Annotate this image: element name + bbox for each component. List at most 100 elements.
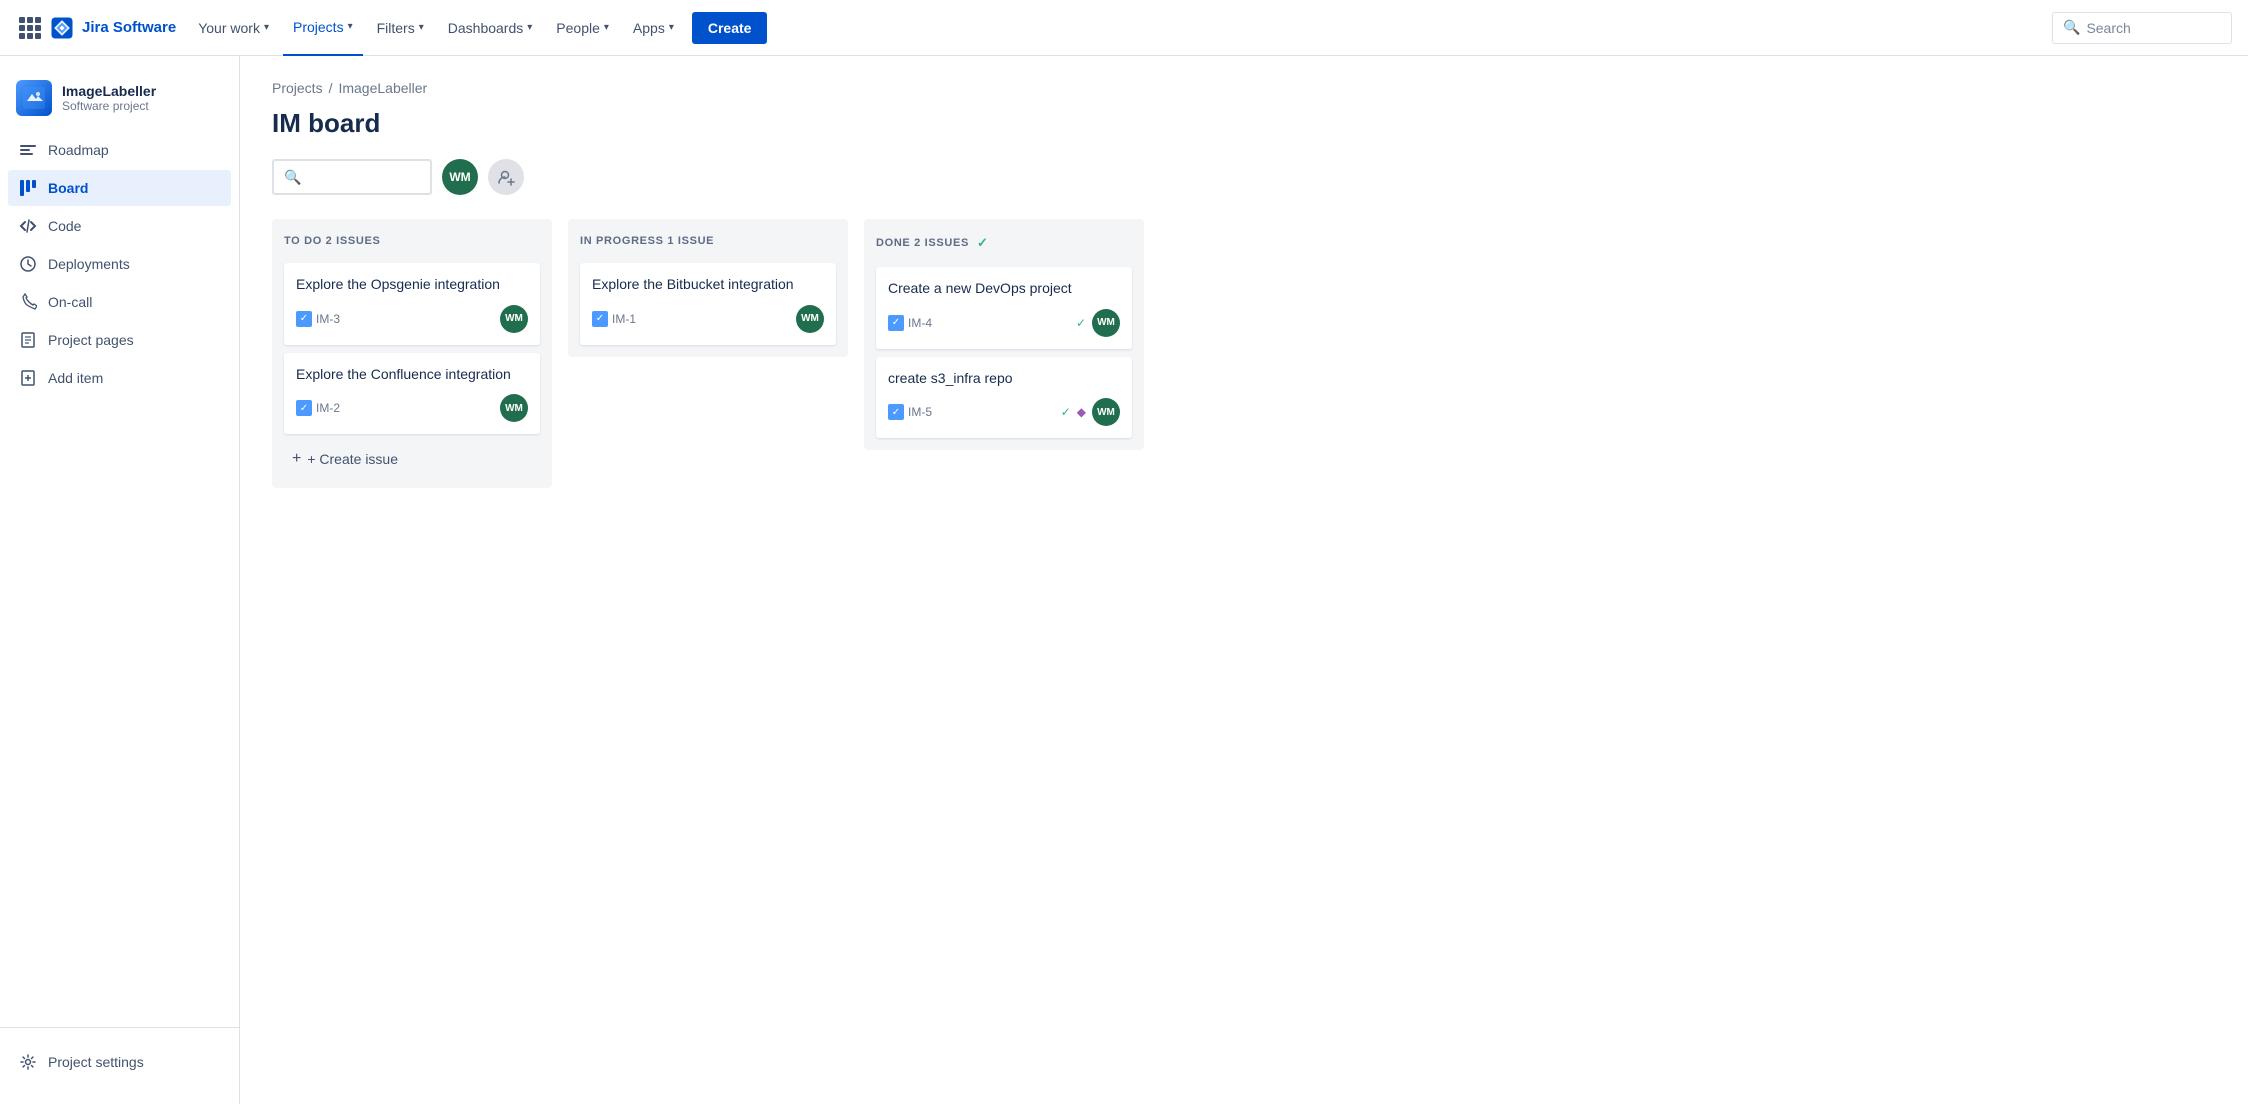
- checkbox-icon: ✓: [888, 404, 904, 420]
- sidebar: ImageLabeller Software project Roadmap: [0, 56, 240, 1104]
- assignee-avatar-im1: WM: [796, 305, 824, 333]
- card-footer-im5: ✓ IM-5 ✓ ◆ WM: [888, 398, 1120, 426]
- code-icon: [18, 216, 38, 236]
- column-header-todo: TO DO 2 ISSUES: [284, 231, 540, 255]
- card-footer-im1: ✓ IM-1 WM: [592, 305, 824, 333]
- check-icon: ✓: [977, 235, 989, 251]
- chevron-down-icon: ▾: [419, 22, 424, 33]
- card-title-im5: create s3_infra repo: [888, 369, 1120, 389]
- create-button[interactable]: Create: [692, 12, 768, 44]
- deployments-icon: [18, 254, 38, 274]
- breadcrumb-separator: /: [329, 80, 333, 96]
- projects-nav[interactable]: Projects ▾: [283, 0, 363, 56]
- card-meta-im4: ✓ WM: [1076, 309, 1120, 337]
- sidebar-bottom: Project settings: [0, 1027, 239, 1088]
- card-im2[interactable]: Explore the Confluence integration ✓ IM-…: [284, 353, 540, 435]
- chevron-down-icon: ▾: [264, 22, 269, 33]
- done-check-icon: ✓: [1061, 405, 1071, 419]
- checkbox-icon: ✓: [296, 311, 312, 327]
- grid-icon: [19, 17, 41, 39]
- card-id-im2: ✓ IM-2: [296, 400, 340, 416]
- story-icon: ◆: [1077, 405, 1086, 419]
- sidebar-label-pages: Project pages: [48, 332, 134, 348]
- card-id-im3: ✓ IM-3: [296, 311, 340, 327]
- chevron-down-icon: ▾: [527, 22, 532, 33]
- card-im3[interactable]: Explore the Opsgenie integration ✓ IM-3 …: [284, 263, 540, 345]
- project-name: ImageLabeller: [62, 83, 156, 99]
- avatar-wm[interactable]: WM: [442, 159, 478, 195]
- card-footer-im4: ✓ IM-4 ✓ WM: [888, 309, 1120, 337]
- sidebar-label-code: Code: [48, 218, 81, 234]
- pages-icon: [18, 330, 38, 350]
- your-work-nav[interactable]: Your work ▾: [188, 0, 279, 56]
- chevron-down-icon: ▾: [604, 22, 609, 33]
- sidebar-nav: Roadmap Board: [0, 132, 239, 1019]
- sidebar-item-deployments[interactable]: Deployments: [8, 246, 231, 282]
- sidebar-item-oncall[interactable]: On-call: [8, 284, 231, 320]
- sidebar-label-board: Board: [48, 180, 88, 196]
- card-im4[interactable]: Create a new DevOps project ✓ IM-4 ✓ WM: [876, 267, 1132, 349]
- board-search-box[interactable]: 🔍: [272, 159, 432, 195]
- filters-nav[interactable]: Filters ▾: [367, 0, 434, 56]
- ticket-id-im1: IM-1: [612, 312, 636, 326]
- app-layout: ImageLabeller Software project Roadmap: [0, 56, 2248, 1104]
- sidebar-item-settings[interactable]: Project settings: [8, 1044, 231, 1080]
- gear-icon: [18, 1052, 38, 1072]
- done-check-icon: ✓: [1076, 316, 1086, 330]
- column-inprogress: IN PROGRESS 1 ISSUE Explore the Bitbucke…: [568, 219, 848, 357]
- project-info: ImageLabeller Software project: [62, 83, 156, 113]
- search-box[interactable]: 🔍 Search: [2052, 12, 2232, 44]
- ticket-id-im2: IM-2: [316, 401, 340, 415]
- board: TO DO 2 ISSUES Explore the Opsgenie inte…: [272, 219, 2216, 488]
- sidebar-item-code[interactable]: Code: [8, 208, 231, 244]
- column-header-inprogress: IN PROGRESS 1 ISSUE: [580, 231, 836, 255]
- card-footer-im3: ✓ IM-3 WM: [296, 305, 528, 333]
- ticket-id-im5: IM-5: [908, 405, 932, 419]
- project-avatar: [16, 80, 52, 116]
- sidebar-label-roadmap: Roadmap: [48, 142, 109, 158]
- board-icon: [18, 178, 38, 198]
- jira-logo-text: Jira Software: [82, 19, 176, 36]
- search-placeholder: Search: [2086, 20, 2130, 36]
- sidebar-item-pages[interactable]: Project pages: [8, 322, 231, 358]
- jira-logo[interactable]: Jira Software: [48, 14, 176, 42]
- card-title-im4: Create a new DevOps project: [888, 279, 1120, 299]
- create-issue-button[interactable]: + + Create issue: [284, 442, 540, 476]
- card-im5[interactable]: create s3_infra repo ✓ IM-5 ✓ ◆ WM: [876, 357, 1132, 439]
- card-id-im4: ✓ IM-4: [888, 315, 932, 331]
- chevron-down-icon: ▾: [348, 21, 353, 32]
- sidebar-item-additem[interactable]: Add item: [8, 360, 231, 396]
- card-id-im1: ✓ IM-1: [592, 311, 636, 327]
- top-navigation: Jira Software Your work ▾ Projects ▾ Fil…: [0, 0, 2248, 56]
- card-title-im3: Explore the Opsgenie integration: [296, 275, 528, 295]
- page-title: IM board: [272, 108, 2216, 139]
- sidebar-item-board[interactable]: Board: [8, 170, 231, 206]
- board-controls: 🔍 WM: [272, 159, 2216, 195]
- sidebar-item-roadmap[interactable]: Roadmap: [8, 132, 231, 168]
- card-title-im1: Explore the Bitbucket integration: [592, 275, 824, 295]
- assignee-avatar-im5: WM: [1092, 398, 1120, 426]
- plus-icon: +: [292, 450, 301, 468]
- column-header-done: DONE 2 ISSUES ✓: [876, 231, 1132, 259]
- add-member-button[interactable]: [488, 159, 524, 195]
- apps-nav[interactable]: Apps ▾: [623, 0, 684, 56]
- sidebar-label-additem: Add item: [48, 370, 103, 386]
- breadcrumb-project[interactable]: ImageLabeller: [338, 80, 427, 96]
- breadcrumb-projects[interactable]: Projects: [272, 80, 323, 96]
- chevron-down-icon: ▾: [669, 22, 674, 33]
- people-nav[interactable]: People ▾: [546, 0, 619, 56]
- checkbox-icon: ✓: [296, 400, 312, 416]
- sidebar-label-deployments: Deployments: [48, 256, 130, 272]
- sidebar-label-settings: Project settings: [48, 1054, 144, 1070]
- assignee-avatar-im2: WM: [500, 394, 528, 422]
- sidebar-project-header: ImageLabeller Software project: [0, 72, 239, 132]
- additem-icon: [18, 368, 38, 388]
- card-id-im5: ✓ IM-5: [888, 404, 932, 420]
- card-im1[interactable]: Explore the Bitbucket integration ✓ IM-1…: [580, 263, 836, 345]
- grid-menu-button[interactable]: [16, 14, 44, 42]
- board-search-input[interactable]: [307, 169, 420, 185]
- project-type: Software project: [62, 99, 156, 113]
- dashboards-nav[interactable]: Dashboards ▾: [438, 0, 543, 56]
- column-todo: TO DO 2 ISSUES Explore the Opsgenie inte…: [272, 219, 552, 488]
- breadcrumb: Projects / ImageLabeller: [272, 80, 2216, 96]
